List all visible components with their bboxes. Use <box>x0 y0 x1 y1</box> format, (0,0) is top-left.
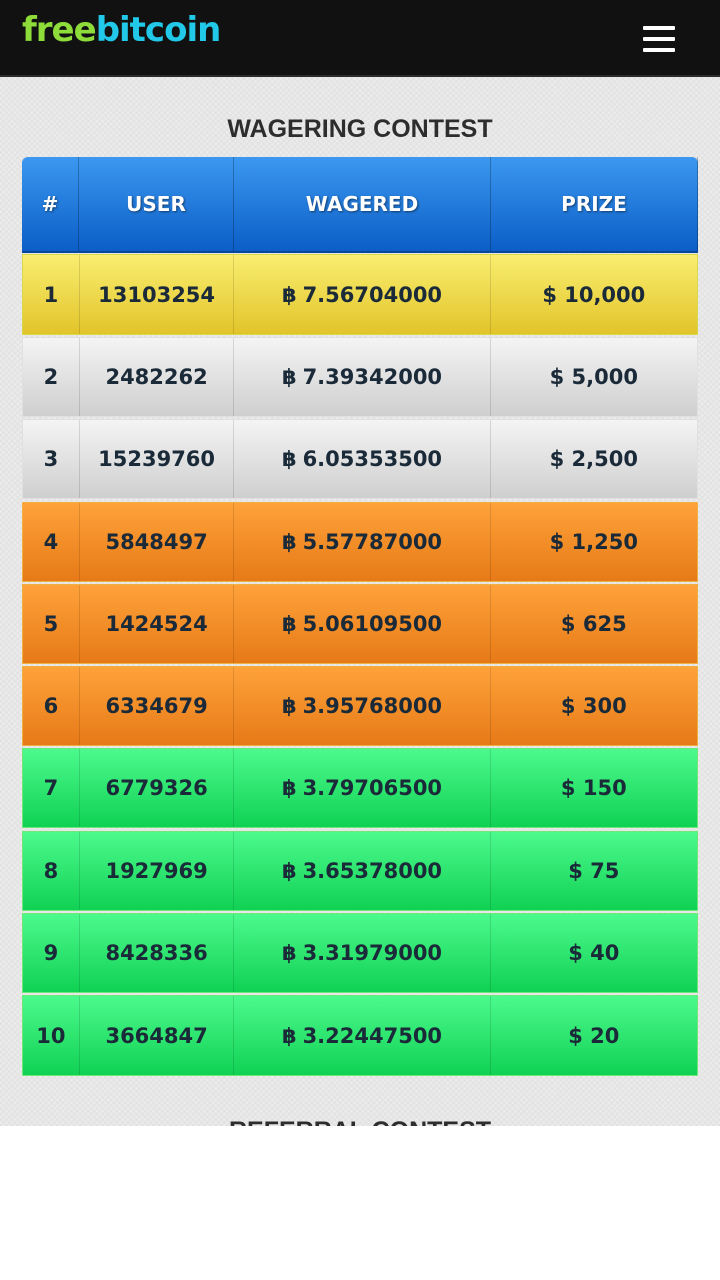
table-row: 9 8428336 ฿ 3.31979000 $ 40 <box>22 913 698 993</box>
prize-cell: $ 40 <box>568 941 620 965</box>
wagered-value: 3.95768000 <box>302 694 443 718</box>
wagered-value: 5.57787000 <box>302 530 443 554</box>
table-row: 3 15239760 ฿ 6.05353500 $ 2,500 <box>22 419 698 499</box>
user-cell: 8428336 <box>80 914 235 992</box>
wagered-value: 7.56704000 <box>302 282 443 307</box>
bitcoin-icon: ฿ <box>281 776 297 800</box>
wagering-contest-title: WAGERING CONTEST <box>227 115 493 143</box>
user-cell: 6334679 <box>80 667 235 745</box>
rank-cell: 3 <box>23 420 80 498</box>
prize-cell: $ 75 <box>568 859 620 883</box>
wagered-value: 5.06109500 <box>302 612 443 636</box>
prize-cell: $ 1,250 <box>549 530 638 554</box>
rank-cell: 1 <box>23 255 80 334</box>
wagered-cell: ฿ 3.22447500 <box>234 996 491 1075</box>
wagered-cell: ฿ 3.31979000 <box>234 914 491 992</box>
table-header-row: # USER WAGERED PRIZE <box>22 157 698 253</box>
user-cell: 2482262 <box>80 338 235 416</box>
rank-cell: 5 <box>23 585 80 663</box>
bitcoin-icon: ฿ <box>281 694 297 718</box>
column-header-prize: PRIZE <box>491 157 698 251</box>
wagered-cell: ฿ 3.79706500 <box>234 749 491 827</box>
rank-cell: 6 <box>23 667 80 745</box>
wagered-cell: ฿ 7.39342000 <box>234 338 491 416</box>
logo-free-text: free <box>22 10 97 50</box>
wagered-cell: ฿ 7.56704000 <box>234 255 491 334</box>
rank-cell: 2 <box>23 338 80 416</box>
prize-cell: $ 10,000 <box>542 282 646 307</box>
hamburger-icon[interactable] <box>636 20 682 60</box>
table-row: 2 2482262 ฿ 7.39342000 $ 5,000 <box>22 337 698 417</box>
table-row: 8 1927969 ฿ 3.65378000 $ 75 <box>22 831 698 911</box>
table-row: 1 13103254 ฿ 7.56704000 $ 10,000 <box>22 254 698 335</box>
user-cell: 3664847 <box>80 996 235 1075</box>
user-cell: 5848497 <box>80 503 235 581</box>
user-cell: 13103254 <box>80 255 235 334</box>
wagered-value: 3.79706500 <box>302 776 443 800</box>
rank-cell: 7 <box>23 749 80 827</box>
wagered-cell: ฿ 3.65378000 <box>234 832 491 910</box>
prize-cell: $ 20 <box>568 1023 620 1048</box>
wagered-cell: ฿ 5.57787000 <box>234 503 491 581</box>
table-row: 5 1424524 ฿ 5.06109500 $ 625 <box>22 584 698 664</box>
logo-bitcoin-text: bitcoin <box>95 10 222 50</box>
column-header-user: USER <box>79 157 234 251</box>
prize-cell: $ 300 <box>560 694 627 718</box>
user-cell: 6779326 <box>80 749 235 827</box>
bitcoin-icon: ฿ <box>281 530 297 554</box>
bitcoin-icon: ฿ <box>281 447 297 471</box>
wagered-cell: ฿ 6.05353500 <box>234 420 491 498</box>
wagered-cell: ฿ 3.95768000 <box>234 667 491 745</box>
bitcoin-icon: ฿ <box>281 1023 297 1048</box>
wagered-value: 3.22447500 <box>302 1023 443 1048</box>
wagered-cell: ฿ 5.06109500 <box>234 585 491 663</box>
blank-area <box>0 1126 720 1280</box>
bitcoin-icon: ฿ <box>281 365 297 389</box>
user-cell: 1424524 <box>80 585 235 663</box>
column-header-wagered: WAGERED <box>234 157 491 251</box>
rank-cell: 10 <box>23 996 80 1075</box>
user-cell: 1927969 <box>80 832 235 910</box>
referral-contest-title: REFERRAL CONTEST <box>0 1117 720 1126</box>
column-header-rank: # <box>22 157 79 251</box>
rank-cell: 4 <box>23 503 80 581</box>
wagered-value: 6.05353500 <box>302 447 443 471</box>
wagered-value: 3.31979000 <box>302 941 443 965</box>
user-cell: 15239760 <box>80 420 235 498</box>
bitcoin-icon: ฿ <box>281 941 297 965</box>
rank-cell: 8 <box>23 832 80 910</box>
prize-cell: $ 150 <box>560 776 627 800</box>
bitcoin-icon: ฿ <box>281 282 297 307</box>
top-navigation-bar: freebitcoin <box>0 0 720 77</box>
bitcoin-icon: ฿ <box>281 612 297 636</box>
wagered-value: 3.65378000 <box>302 859 443 883</box>
table-row: 10 3664847 ฿ 3.22447500 $ 20 <box>22 995 698 1076</box>
main-content: WAGERING CONTEST # USER WAGERED PRIZE 1 … <box>0 77 720 1126</box>
rank-cell: 9 <box>23 914 80 992</box>
table-row: 6 6334679 ฿ 3.95768000 $ 300 <box>22 666 698 746</box>
bitcoin-icon: ฿ <box>281 859 297 883</box>
table-row: 7 6779326 ฿ 3.79706500 $ 150 <box>22 748 698 828</box>
prize-cell: $ 5,000 <box>549 365 638 389</box>
prize-cell: $ 625 <box>560 612 627 636</box>
site-logo[interactable]: freebitcoin <box>22 8 222 52</box>
prize-cell: $ 2,500 <box>549 447 638 471</box>
table-row: 4 5848497 ฿ 5.57787000 $ 1,250 <box>22 502 698 582</box>
wagered-value: 7.39342000 <box>302 365 443 389</box>
